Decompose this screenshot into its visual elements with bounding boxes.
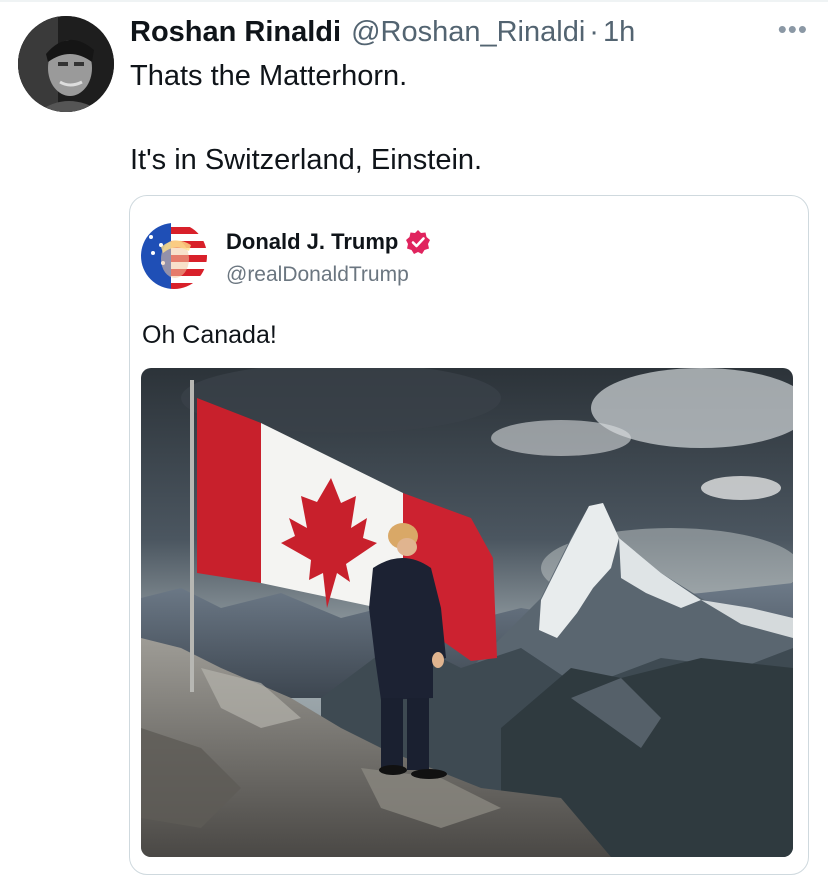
separator-dot: · — [589, 16, 599, 48]
tweet-time[interactable]: 1h — [603, 12, 635, 52]
tweet-text-line-2: It's in Switzerland, Einstein. — [130, 144, 483, 176]
author-name[interactable]: Roshan Rinaldi — [130, 12, 341, 52]
tweet-header: Roshan Rinaldi @Roshan_Rinaldi · 1h — [130, 12, 635, 52]
verified-badge-icon — [406, 230, 431, 254]
quoted-author-handle[interactable]: @realDonaldTrump — [226, 263, 409, 287]
quoted-avatar-photo — [141, 223, 207, 289]
more-options-icon[interactable]: ••• — [778, 14, 808, 44]
author-avatar[interactable] — [18, 16, 114, 112]
quoted-author-name: Donald J. Trump — [226, 229, 399, 254]
quoted-tweet-card[interactable]: Donald J. Trump @realDonaldTrump Oh Cana… — [129, 195, 809, 875]
quoted-tweet-text: Oh Canada! — [142, 321, 277, 349]
flag-mountain-scene — [141, 368, 793, 857]
author-photo — [18, 16, 114, 112]
tweet-text-line-1: Thats the Matterhorn. — [130, 60, 408, 92]
author-handle[interactable]: @Roshan_Rinaldi — [351, 12, 585, 52]
quoted-tweet-image[interactable] — [141, 368, 793, 857]
top-divider — [0, 0, 828, 2]
quoted-author-name-row[interactable]: Donald J. Trump — [226, 229, 431, 255]
quoted-author-avatar[interactable] — [141, 223, 207, 289]
